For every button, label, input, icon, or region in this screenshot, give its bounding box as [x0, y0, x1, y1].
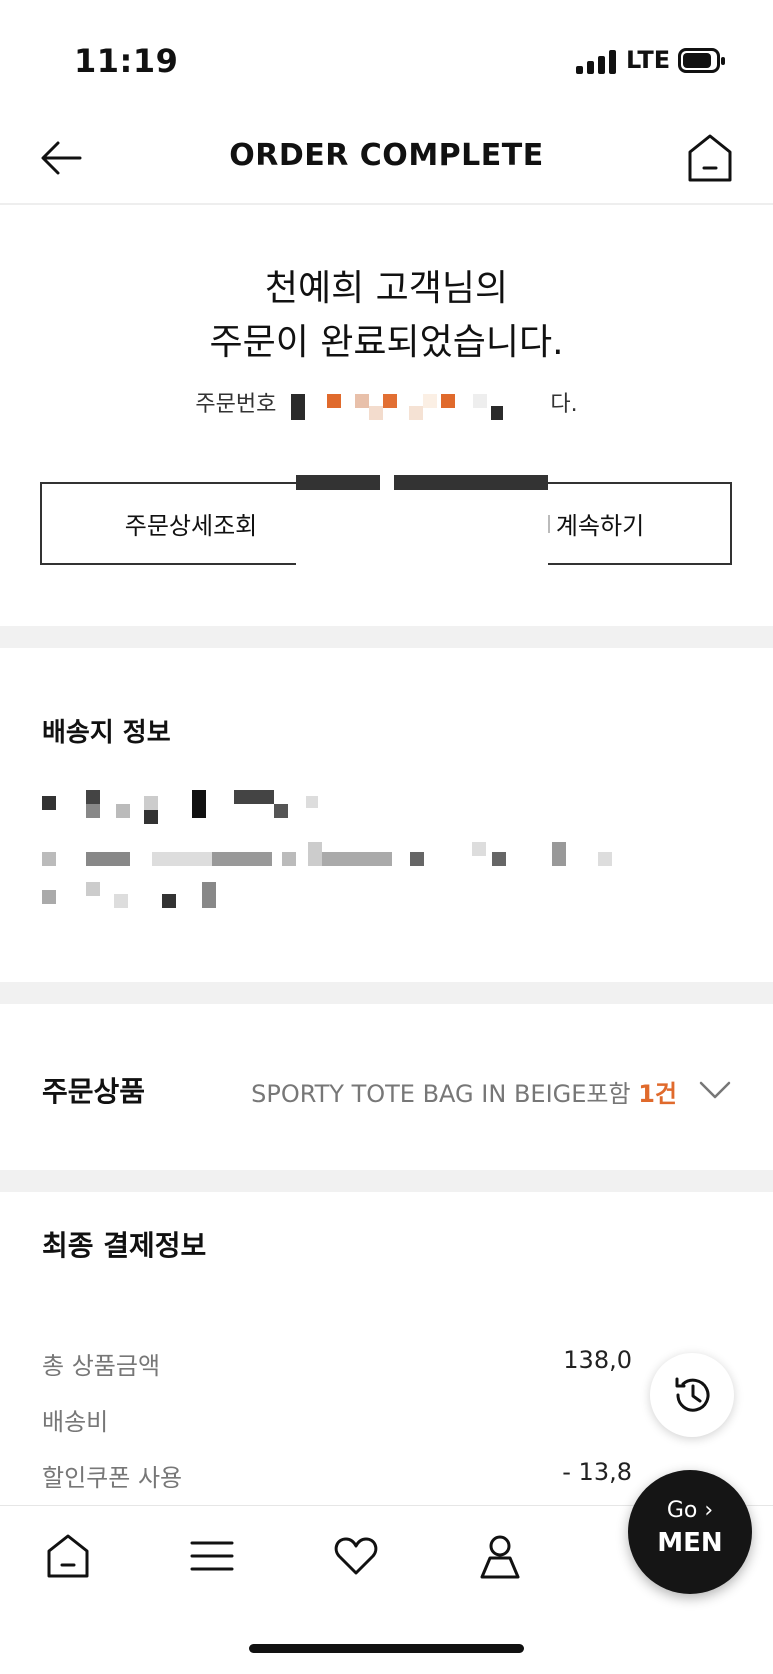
complete-line: 주문이 완료되었습니다.: [209, 322, 564, 363]
payment-row-subtotal: 총 상품금액 138,0: [42, 1346, 732, 1381]
order-products-summary: SPORTY TOTE BAG IN BEIGE포함 1건: [251, 1074, 677, 1109]
home-icon: [688, 134, 732, 182]
payment-label: 총 상품금액: [42, 1352, 161, 1380]
status-time: 11:19: [74, 42, 179, 80]
signal-icon: [576, 50, 618, 74]
menu-icon: [190, 1541, 234, 1571]
redaction-overlay: [296, 476, 548, 624]
status-bar: 11:19 LTE: [0, 0, 773, 110]
home-button[interactable]: [686, 132, 734, 184]
payment-label: 배송비: [42, 1408, 109, 1436]
go-men-button[interactable]: Go › MEN: [628, 1470, 752, 1594]
tab-wishlist[interactable]: [332, 1532, 380, 1580]
network-label: LTE: [626, 46, 671, 74]
continue-shopping-label: 계속하기: [555, 512, 645, 540]
section-divider: [0, 1170, 773, 1192]
payment-value: 138,0: [563, 1346, 632, 1374]
men-label: MEN: [657, 1528, 723, 1558]
product-count: 1건: [638, 1080, 677, 1108]
order-number: 주문번호 다.: [0, 386, 773, 420]
order-number-label: 주문번호: [195, 392, 277, 417]
home-icon: [47, 1534, 89, 1578]
order-complete-message: 천예희 고객님의 주문이 완료되었습니다.: [0, 262, 773, 370]
payment-title: 최종 결제정보: [42, 1229, 207, 1262]
go-label: Go ›: [666, 1498, 714, 1523]
product-name: SPORTY TOTE BAG IN BEIGE포함: [251, 1080, 631, 1108]
history-button[interactable]: [650, 1353, 734, 1437]
shipping-title: 배송지 정보: [42, 718, 171, 748]
payment-value: - 13,8: [562, 1458, 632, 1486]
user-icon: [480, 1535, 520, 1579]
order-detail-label: 주문상세조회: [124, 512, 258, 540]
customer-line: 천예희 고객님의: [264, 268, 509, 309]
section-divider: [0, 626, 773, 648]
payment-label: 할인쿠폰 사용: [42, 1464, 183, 1492]
order-number-redacted: [291, 390, 535, 420]
tab-menu[interactable]: [188, 1532, 236, 1580]
chevron-down-icon: [699, 1081, 731, 1099]
payment-row-coupon: 할인쿠폰 사용 - 13,8: [42, 1458, 732, 1493]
order-products-label: 주문상품: [42, 1075, 146, 1108]
battery-icon: [678, 48, 725, 73]
section-divider: [0, 982, 773, 1004]
shipping-address-redacted: [42, 790, 642, 920]
top-nav: ORDER COMPLETE: [0, 110, 773, 205]
redaction-bar: [394, 475, 548, 490]
heart-icon: [334, 1537, 378, 1575]
home-indicator: [249, 1644, 524, 1653]
page-title: ORDER COMPLETE: [229, 138, 544, 173]
redaction-bar: [296, 475, 380, 490]
order-products-row[interactable]: 주문상품 SPORTY TOTE BAG IN BEIGE포함 1건: [0, 1040, 773, 1140]
payment-row-shipping: 배송비: [42, 1402, 732, 1437]
order-number-suffix: 다.: [550, 392, 578, 417]
history-icon: [675, 1377, 710, 1412]
tab-home[interactable]: [44, 1532, 92, 1580]
tab-account[interactable]: [476, 1532, 524, 1580]
